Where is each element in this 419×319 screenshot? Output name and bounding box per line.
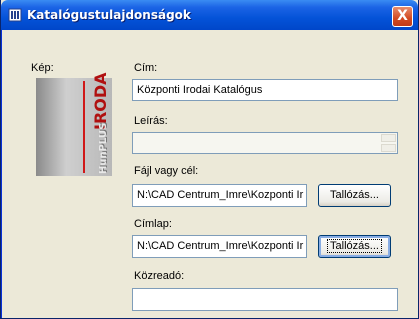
preview-logo-text: IRODA	[91, 72, 110, 130]
dialog-window: Katalógustulajdonságok X Kép: IRODA HunP…	[0, 0, 419, 319]
preview-red-line	[83, 81, 85, 173]
preview-brand-text: HunPLUS	[98, 122, 109, 174]
title-field[interactable]: Központi Irodai Katalógus	[132, 79, 398, 101]
publisher-label: Közreadó:	[134, 270, 185, 282]
publisher-field[interactable]	[132, 288, 398, 311]
window-title: Katalógustulajdonságok	[27, 8, 191, 22]
cover-browse-button[interactable]: Tallózás...	[318, 235, 391, 258]
close-icon: X	[397, 8, 408, 24]
catalog-preview-image: IRODA HunPLUS	[36, 72, 112, 176]
file-browse-button[interactable]: Tallózás...	[318, 184, 391, 207]
file-browse-label: Tallózás...	[330, 189, 379, 201]
title-bar[interactable]: Katalógustulajdonságok X	[1, 0, 418, 30]
close-button[interactable]: X	[392, 6, 413, 27]
title-label: Cím:	[134, 62, 158, 74]
cover-path-field[interactable]: N:\CAD Centrum_Imre\Kozponti Ir	[132, 235, 307, 258]
file-label: Fájl vagy cél:	[134, 165, 199, 177]
file-path-field[interactable]: N:\CAD Centrum_Imre\Kozponti Ir	[132, 184, 307, 207]
scroll-down-icon[interactable]	[381, 144, 396, 152]
cover-browse-label: Tallózás...	[327, 239, 382, 253]
image-label: Kép:	[31, 62, 54, 74]
catalog-icon	[8, 8, 22, 22]
description-field[interactable]	[132, 132, 398, 154]
scroll-up-icon[interactable]	[381, 134, 396, 142]
cover-label: Címlap:	[134, 218, 172, 230]
description-label: Leírás:	[134, 115, 168, 127]
